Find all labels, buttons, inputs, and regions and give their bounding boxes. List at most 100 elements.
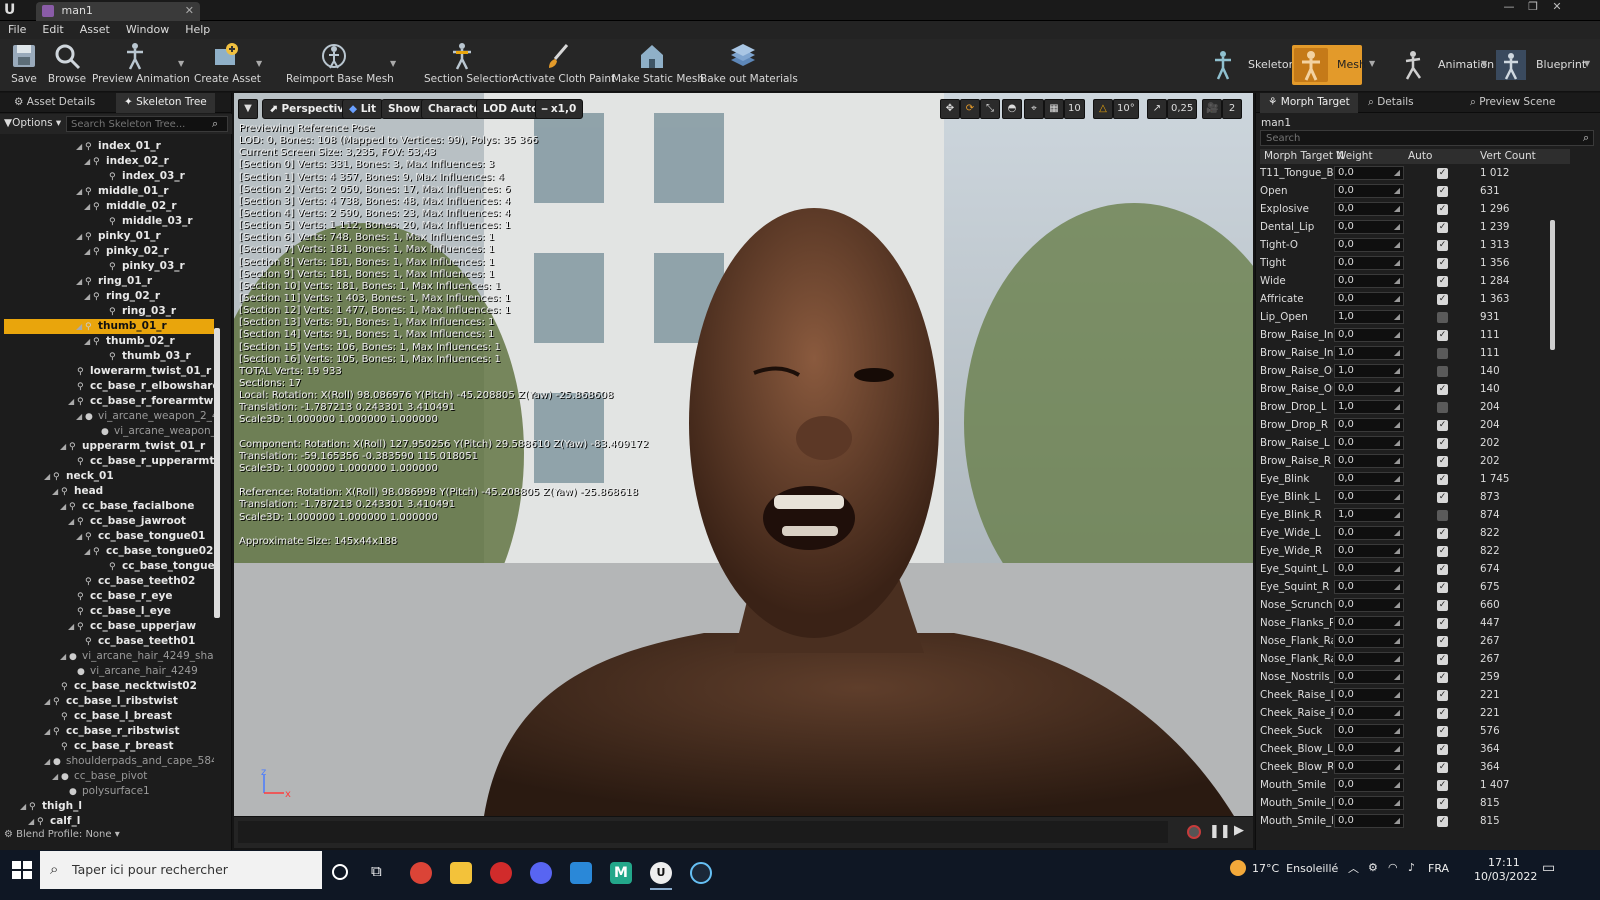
slider-grip-icon[interactable]: ◢ xyxy=(1394,797,1400,809)
auto-checkbox[interactable]: ✓ xyxy=(1437,438,1448,449)
expand-arrow-icon[interactable]: ◢ xyxy=(68,394,77,409)
auto-checkbox[interactable]: ✓ xyxy=(1437,168,1448,179)
morph-weight-input[interactable]: 0,0 ◢ xyxy=(1334,544,1404,558)
create-asset-button[interactable]: Create Asset xyxy=(194,41,261,89)
morph-target-row[interactable]: Mouth_Smile_R 0,0 ◢ ✓ 815 xyxy=(1260,812,1570,830)
morph-target-row[interactable]: Cheek_Raise_L 0,0 ◢ ✓ 221 xyxy=(1260,686,1570,704)
morph-weight-input[interactable]: 0,0 ◢ xyxy=(1334,634,1404,648)
skeleton-tree-node[interactable]: ◢ ● vi_arcane_hair_4249_shape xyxy=(4,649,214,664)
auto-checkbox[interactable]: ✓ xyxy=(1437,510,1448,521)
minimize-button[interactable]: — xyxy=(1498,0,1520,16)
morph-target-row[interactable]: Wide 0,0 ◢ ✓ 1 284 xyxy=(1260,272,1570,290)
morph-target-row[interactable]: Mouth_Smile 0,0 ◢ ✓ 1 407 xyxy=(1260,776,1570,794)
expand-arrow-icon[interactable]: ◢ xyxy=(44,694,53,709)
scale-snap-value[interactable]: 0,25 xyxy=(1167,99,1198,119)
morph-weight-input[interactable]: 0,0 ◢ xyxy=(1334,742,1404,756)
slider-grip-icon[interactable]: ◢ xyxy=(1394,617,1400,629)
skeleton-tree-node[interactable]: ⚲ cc_base_teeth01 xyxy=(4,634,214,649)
skeleton-tree-node[interactable]: ◢ ⚲ pinky_02_r xyxy=(4,244,214,259)
auto-checkbox[interactable]: ✓ xyxy=(1437,726,1448,737)
wifi-icon[interactable]: ◠ xyxy=(1388,861,1398,874)
auto-checkbox[interactable]: ✓ xyxy=(1437,258,1448,269)
auto-checkbox[interactable]: ✓ xyxy=(1437,366,1448,377)
skeleton-tree-node[interactable]: ⚲ cc_base_r_elbowsharebone xyxy=(4,379,214,394)
morph-target-row[interactable]: Brow_Raise_Out 1,0 ◢ ✓ 140 xyxy=(1260,362,1570,380)
morph-weight-input[interactable]: 0,0 ◢ xyxy=(1334,706,1404,720)
morph-target-row[interactable]: Eye_Wide_R 0,0 ◢ ✓ 822 xyxy=(1260,542,1570,560)
skeleton-tree-node[interactable]: ◢● shoulderpads_and_cape_5843_s xyxy=(4,754,214,769)
expand-arrow-icon[interactable]: ◢ xyxy=(52,769,61,784)
play-icon[interactable]: ▶ xyxy=(1234,823,1244,838)
viewport[interactable]: ▼ ⬈ Perspective ◆ Lit Show Character LOD… xyxy=(234,93,1253,816)
maximize-button[interactable]: ❐ xyxy=(1522,0,1544,16)
skeleton-tree-node[interactable]: ◢ ● cc_base_pivot xyxy=(4,769,214,784)
slider-grip-icon[interactable]: ◢ xyxy=(1394,455,1400,467)
expand-arrow-icon[interactable]: ◢ xyxy=(20,799,29,814)
search-icon[interactable]: ⌕ xyxy=(1583,131,1589,145)
network-icon[interactable]: ⚙ xyxy=(1368,861,1378,874)
morph-weight-input[interactable]: 0,0 ◢ xyxy=(1334,670,1404,684)
clock-date[interactable]: 10/03/2022 xyxy=(1474,870,1537,883)
auto-checkbox[interactable]: ✓ xyxy=(1437,582,1448,593)
expand-arrow-icon[interactable]: ◢ xyxy=(68,514,77,529)
slider-grip-icon[interactable]: ◢ xyxy=(1394,527,1400,539)
auto-checkbox[interactable]: ✓ xyxy=(1437,744,1448,755)
auto-checkbox[interactable]: ✓ xyxy=(1437,456,1448,467)
morph-weight-input[interactable]: 0,0 ◢ xyxy=(1334,760,1404,774)
task-view-icon[interactable]: ⧉ xyxy=(371,862,382,880)
morph-target-row[interactable]: Eye_Blink_R 1,0 ◢ ✓ 874 xyxy=(1260,506,1570,524)
morph-weight-input[interactable]: 0,0 ◢ xyxy=(1334,220,1404,234)
tab-asset-details[interactable]: ⚙ Asset Details xyxy=(6,93,103,113)
skeleton-tree-node[interactable]: ⚲ pinky_03_r xyxy=(4,259,214,274)
morph-weight-input[interactable]: 0,0 ◢ xyxy=(1334,688,1404,702)
language-indicator[interactable]: FRA xyxy=(1428,862,1449,875)
morph-weight-input[interactable]: 0,0 ◢ xyxy=(1334,184,1404,198)
morph-target-row[interactable]: Nose_Flank_Rai 0,0 ◢ ✓ 267 xyxy=(1260,650,1570,668)
morph-target-row[interactable]: Eye_Squint_L 0,0 ◢ ✓ 674 xyxy=(1260,560,1570,578)
slider-grip-icon[interactable]: ◢ xyxy=(1394,599,1400,611)
expand-arrow-icon[interactable]: ◢ xyxy=(60,499,69,514)
expand-arrow-icon[interactable]: ◢ xyxy=(76,139,85,154)
skeleton-tree-node[interactable]: ◢ ⚲ thigh_l xyxy=(4,799,214,814)
menu-help[interactable]: Help xyxy=(177,21,218,38)
morph-weight-input[interactable]: 0,0 ◢ xyxy=(1334,580,1404,594)
skeleton-tree-node[interactable]: ◢ ⚲ thumb_02_r xyxy=(4,334,214,349)
mode-skeleton-button[interactable]: Skeleton xyxy=(1206,45,1296,85)
mesh-mode-dropdown-icon[interactable]: ▼ xyxy=(1369,59,1375,68)
morph-weight-input[interactable]: 0,0 ◢ xyxy=(1334,382,1404,396)
expand-arrow-icon[interactable]: ◢ xyxy=(76,409,85,424)
expand-arrow-icon[interactable]: ◢ xyxy=(84,154,93,169)
slider-grip-icon[interactable]: ◢ xyxy=(1394,563,1400,575)
slider-grip-icon[interactable]: ◢ xyxy=(1394,581,1400,593)
animation-mode-dropdown-icon[interactable]: ▼ xyxy=(1481,59,1487,68)
morph-weight-input[interactable]: 0,0 ◢ xyxy=(1334,256,1404,270)
slider-grip-icon[interactable]: ◢ xyxy=(1394,275,1400,287)
morph-target-row[interactable]: Eye_Squint_R 0,0 ◢ ✓ 675 xyxy=(1260,578,1570,596)
clock-time[interactable]: 17:11 xyxy=(1488,856,1520,869)
auto-checkbox[interactable]: ✓ xyxy=(1437,420,1448,431)
expand-arrow-icon[interactable]: ◢ xyxy=(76,229,85,244)
expand-arrow-icon[interactable]: ◢ xyxy=(84,544,93,559)
slider-grip-icon[interactable]: ◢ xyxy=(1394,473,1400,485)
grid-snap-value[interactable]: 10 xyxy=(1064,99,1085,119)
morph-target-row[interactable]: Cheek_Raise_R 0,0 ◢ ✓ 221 xyxy=(1260,704,1570,722)
close-tab-icon[interactable]: ✕ xyxy=(185,4,194,17)
morph-weight-input[interactable]: 0,0 ◢ xyxy=(1334,796,1404,810)
skeleton-tree-node[interactable]: ⚲ thumb_03_r xyxy=(4,349,214,364)
options-button[interactable]: ▼Options ▾ xyxy=(4,117,61,129)
morph-weight-input[interactable]: 0,0 ◢ xyxy=(1334,454,1404,468)
chevron-up-icon[interactable]: ︿ xyxy=(1348,860,1359,876)
expand-arrow-icon[interactable]: ◢ xyxy=(68,619,77,634)
slider-grip-icon[interactable]: ◢ xyxy=(1394,707,1400,719)
menu-window[interactable]: Window xyxy=(118,21,177,38)
grid-snap-icon[interactable]: ▦ xyxy=(1044,99,1064,119)
skeleton-tree-node[interactable]: ◢● vi_arcane_weapon_2_425 xyxy=(4,409,214,424)
auto-checkbox[interactable]: ✓ xyxy=(1437,564,1448,575)
activate-cloth-paint-button[interactable]: Activate Cloth Paint xyxy=(512,41,615,89)
rotation-snap-value[interactable]: 10° xyxy=(1113,99,1139,119)
morph-target-row[interactable]: Brow_Drop_L 1,0 ◢ ✓ 204 xyxy=(1260,398,1570,416)
slider-grip-icon[interactable]: ◢ xyxy=(1394,779,1400,791)
morph-target-row[interactable]: Brow_Drop_R 0,0 ◢ ✓ 204 xyxy=(1260,416,1570,434)
auto-checkbox[interactable]: ✓ xyxy=(1437,816,1448,827)
preview-animation-dropdown-icon[interactable]: ▼ xyxy=(178,59,184,68)
